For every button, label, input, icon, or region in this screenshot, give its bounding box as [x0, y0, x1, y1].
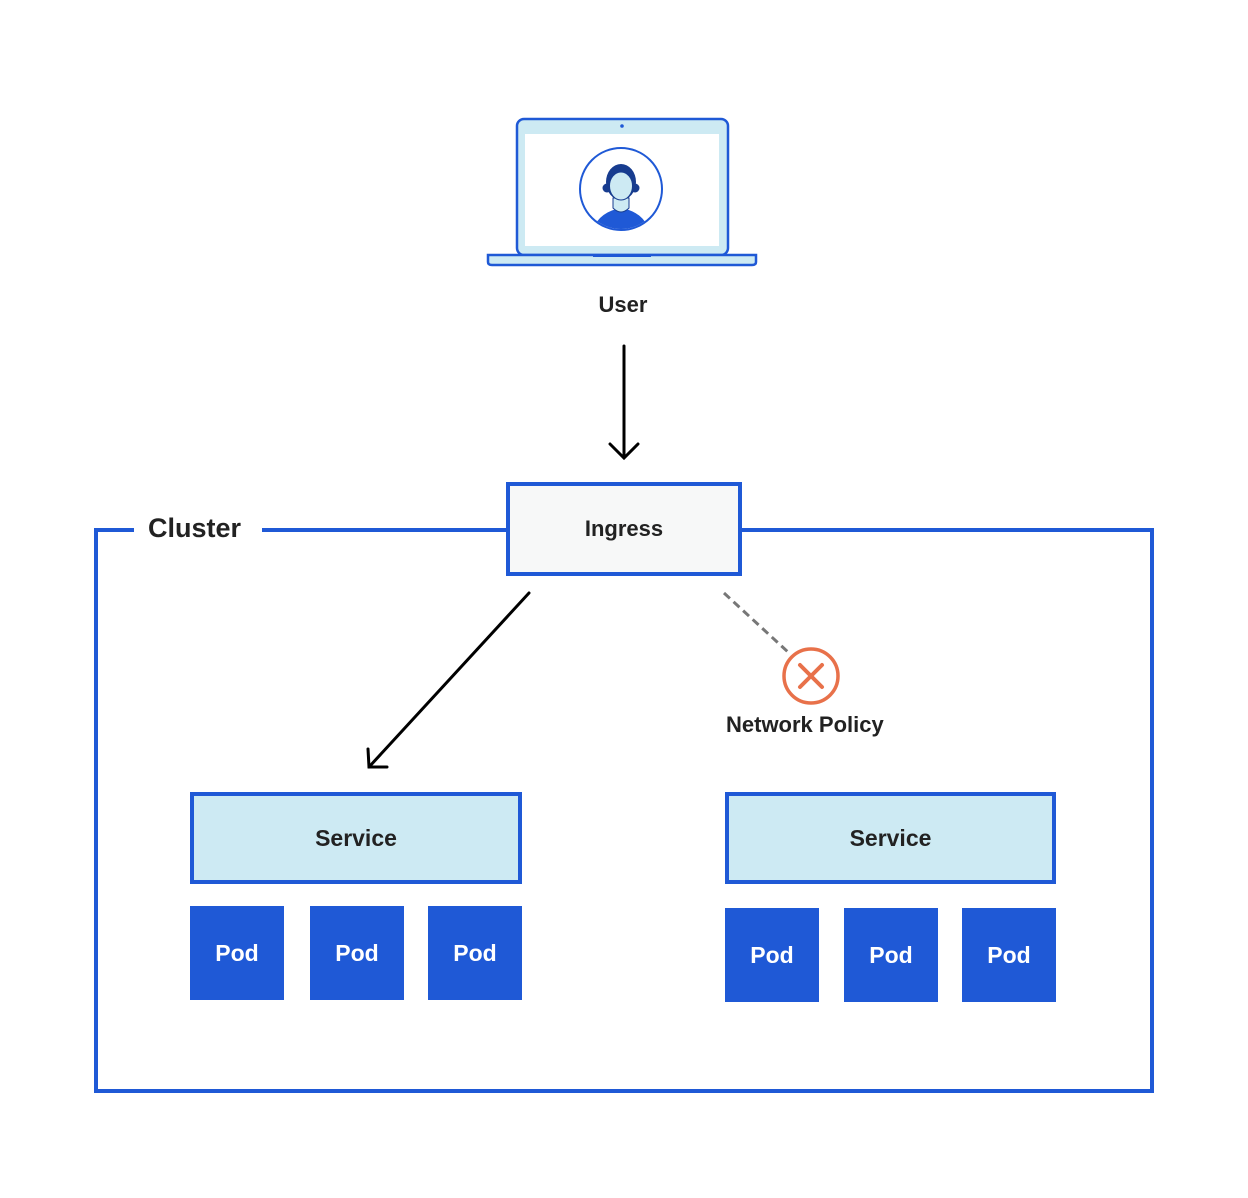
- pod-label: Pod: [750, 941, 794, 968]
- ingress-label: Ingress: [584, 516, 664, 541]
- pod-node: Pod: [962, 908, 1056, 1002]
- blocked-connection-line: [722, 591, 790, 654]
- network-policy-label: Network Policy: [726, 712, 884, 737]
- pod-node: Pod: [844, 908, 938, 1002]
- pod-label: Pod: [987, 941, 1031, 968]
- laptop-user-icon: [486, 117, 758, 267]
- pod-label: Pod: [335, 939, 379, 966]
- pod-node: Pod: [725, 908, 819, 1002]
- user-label: User: [598, 292, 648, 317]
- pod-node: Pod: [190, 906, 284, 1000]
- arrow-user-to-ingress: [608, 344, 640, 461]
- service-node: Service: [190, 792, 522, 884]
- pod-label: Pod: [215, 939, 259, 966]
- diagram-canvas: [94, 117, 1154, 1093]
- pod-label: Pod: [869, 941, 913, 968]
- user-avatar-icon: [579, 147, 663, 231]
- pod-label: Pod: [453, 939, 497, 966]
- pod-node: Pod: [428, 906, 522, 1000]
- service-label: Service: [315, 824, 397, 851]
- ingress-node: Ingress: [506, 482, 742, 576]
- pod-node: Pod: [310, 906, 404, 1000]
- arrow-ingress-to-service: [366, 591, 531, 769]
- service-label: Service: [849, 824, 932, 851]
- blocked-x-icon: [782, 647, 840, 705]
- cluster-label: Cluster: [148, 513, 242, 543]
- service-node: Service: [725, 792, 1056, 884]
